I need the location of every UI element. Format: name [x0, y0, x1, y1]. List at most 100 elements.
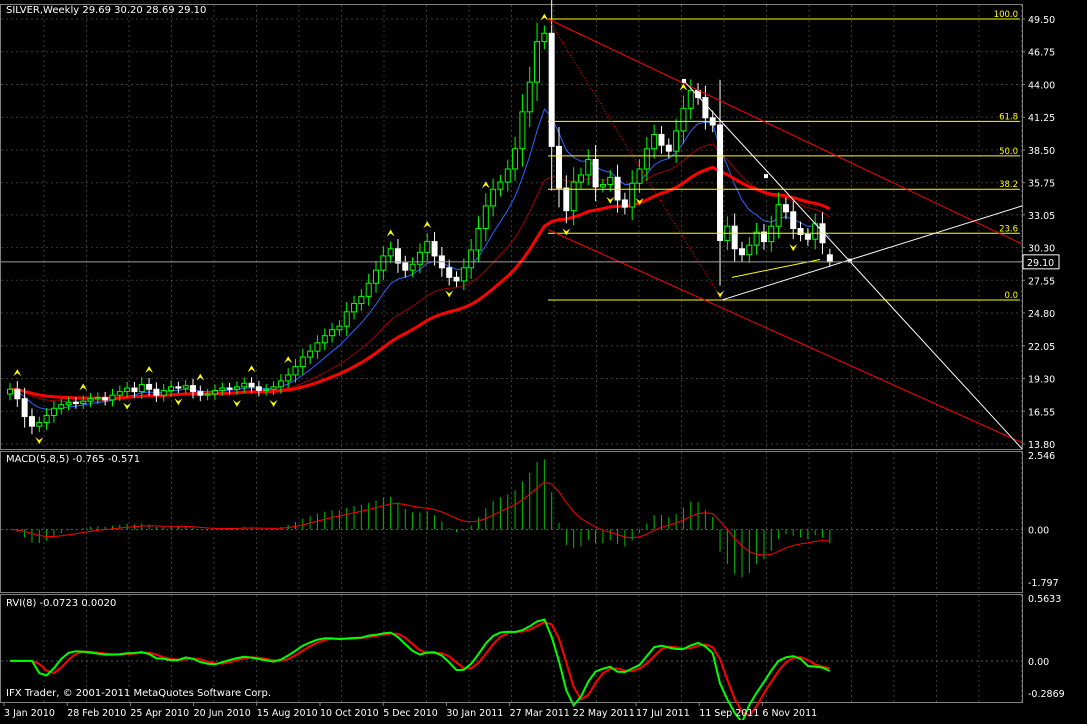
candle-body: [190, 385, 196, 393]
fibonacci-level-label: 38.2: [999, 180, 1018, 190]
trading-chart[interactable]: 100.0 61.8 50.0 38.2 23.6 0.0 29.10 49.50 46.75…: [0, 0, 1087, 724]
rvi-panel-title: RVI(8) -0.0723 0.0020: [6, 598, 116, 609]
candle-body: [138, 383, 145, 393]
trend-anchor-point: [682, 78, 686, 83]
candle-body: [50, 407, 57, 416]
fibonacci-level-label: 23.6: [999, 224, 1018, 234]
fibonacci-level-label: 61.8: [999, 112, 1018, 122]
x-tick-label: 27 Mar 2011: [510, 708, 570, 719]
candle-body: [746, 244, 753, 256]
candle-body: [226, 387, 233, 390]
candle-body: [14, 388, 21, 400]
y-tick-label: 13.80: [1028, 440, 1055, 451]
candle-body: [804, 233, 811, 240]
y-tick-label: 46.75: [1028, 48, 1055, 59]
candle-body: [248, 382, 255, 388]
x-tick-label: 10 Oct 2010: [320, 708, 379, 719]
rvi-y-tick-label: 0.00: [1028, 657, 1049, 668]
chart-svg[interactable]: 100.0 61.8 50.0 38.2 23.6 0.0 29.10 49.50 46.75…: [0, 0, 1087, 724]
candle-body: [556, 145, 562, 189]
candle-body: [753, 231, 760, 246]
x-tick-label: 25 Apr 2010: [130, 708, 189, 719]
candle-body: [658, 133, 665, 146]
macd-y-tick-label: 0.00: [1028, 525, 1049, 536]
candle-body: [175, 386, 182, 389]
candle-body: [277, 380, 284, 388]
y-tick-label: 30.30: [1028, 244, 1055, 255]
y-tick-label: 24.80: [1028, 309, 1055, 320]
candle-body: [680, 107, 687, 132]
candle-body: [826, 254, 833, 263]
x-tick-label: 15 Aug 2010: [257, 708, 318, 719]
candle-body: [482, 205, 489, 230]
candle-body: [58, 404, 65, 409]
candle-body: [599, 183, 606, 188]
candle-body: [519, 111, 526, 150]
candle-body: [607, 176, 614, 185]
candle-body: [358, 295, 365, 305]
candle-body: [424, 241, 431, 253]
candle-body: [124, 387, 131, 393]
candle-body: [255, 386, 262, 391]
candle-body: [131, 387, 138, 393]
y-tick-label: 35.75: [1028, 179, 1055, 190]
y-tick-label: 16.55: [1028, 407, 1055, 418]
trend-anchor-point: [764, 174, 768, 179]
candle-body: [585, 158, 592, 176]
candle-body: [387, 248, 394, 257]
candle-body: [329, 329, 336, 337]
candle-body: [182, 385, 189, 389]
candle-body: [673, 130, 680, 152]
candle-body: [204, 393, 211, 396]
candle-body: [629, 182, 636, 208]
candle-body: [36, 422, 43, 427]
candle-body: [409, 263, 416, 271]
macd-y-tick-label: 2.546: [1028, 451, 1055, 462]
candle-body: [233, 386, 240, 390]
candle-body: [65, 401, 72, 406]
candle-body: [768, 225, 775, 243]
candle-body: [299, 356, 306, 368]
candle-body: [146, 383, 153, 390]
candle-body: [446, 267, 453, 278]
y-tick-label: 22.05: [1028, 342, 1055, 353]
candle-body: [416, 251, 423, 265]
x-tick-label: 11 Sep 2011: [699, 708, 759, 719]
candle-body: [211, 389, 218, 395]
candle-body: [460, 267, 467, 282]
y-tick-label: 38.50: [1028, 146, 1055, 157]
candle-body: [614, 176, 621, 201]
x-tick-label: 20 Jun 2010: [194, 708, 251, 719]
fibonacci-level-label: 100.0: [994, 10, 1018, 20]
candle-body: [570, 181, 577, 212]
candle-body: [263, 388, 270, 391]
candle-body: [534, 41, 541, 83]
candle-body: [504, 168, 511, 183]
candle-body: [431, 241, 438, 257]
candle-body: [72, 401, 79, 405]
y-tick-label: 44.00: [1028, 80, 1055, 91]
macd-y-tick-label: -1.797: [1028, 578, 1059, 589]
fibonacci-level-label: 0.0: [1004, 291, 1018, 301]
candle-body: [790, 211, 797, 230]
candle-body: [621, 199, 628, 208]
x-tick-label: 22 May 2011: [573, 708, 635, 719]
candle-body: [343, 311, 350, 327]
candle-body: [541, 32, 548, 43]
candle-body: [321, 335, 328, 344]
chart-background: [0, 0, 1087, 720]
candle-body: [43, 414, 50, 424]
candle-body: [702, 97, 709, 119]
x-tick-label: 3 Jan 2010: [4, 708, 55, 719]
candle-body: [373, 269, 379, 284]
candle-body: [168, 386, 175, 391]
candle-body: [775, 204, 782, 227]
y-tick-label: 19.30: [1028, 375, 1055, 386]
candle-body: [197, 391, 204, 396]
candle-body: [636, 168, 643, 184]
candle-body: [402, 262, 409, 271]
candle-body: [731, 225, 738, 250]
candle-body: [109, 394, 116, 401]
candle-body: [28, 416, 35, 427]
x-tick-label: 28 Feb 2010: [67, 708, 126, 719]
